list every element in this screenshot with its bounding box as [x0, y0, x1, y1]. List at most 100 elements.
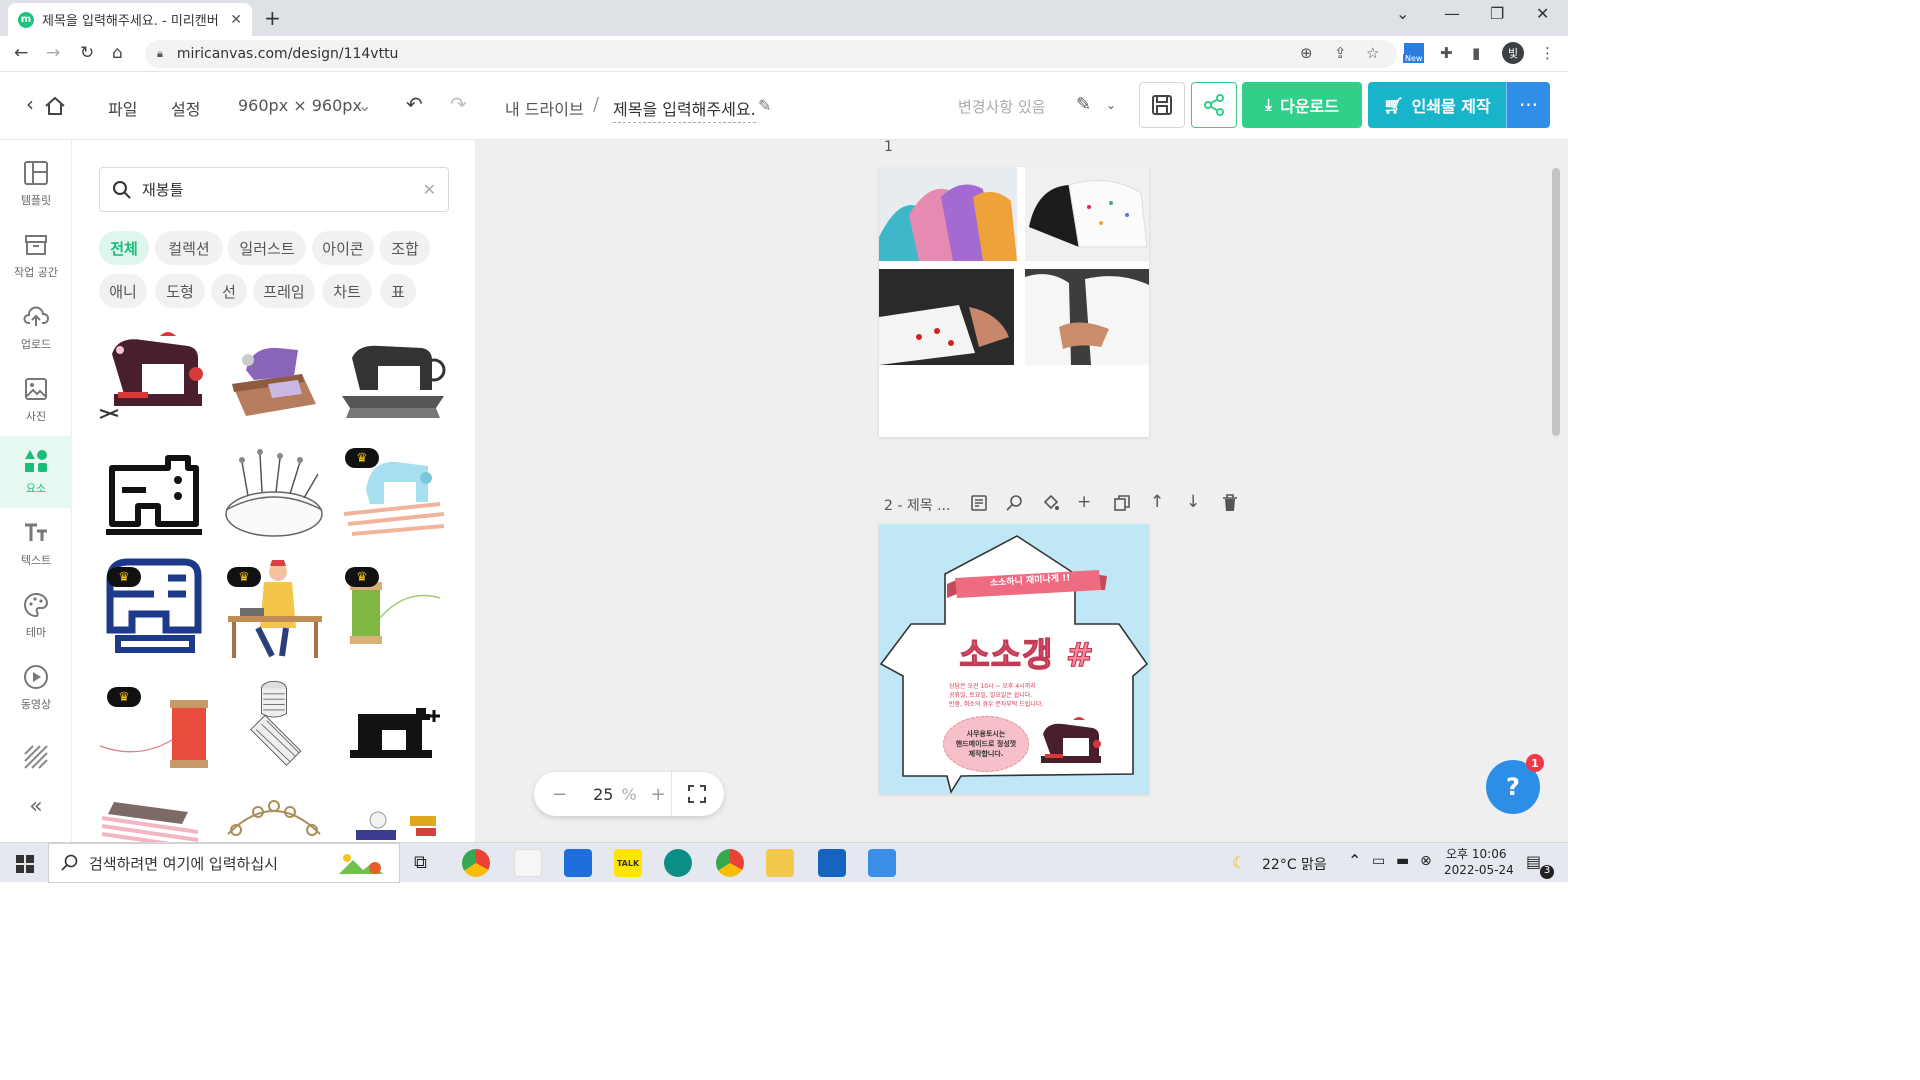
- chrome-active-taskbar-icon[interactable]: [716, 849, 744, 877]
- save-button[interactable]: [1139, 82, 1185, 128]
- poster-speech-bubble[interactable]: 사무용토시는 핸드메이드로 정성껏 제작합니다.: [943, 716, 1029, 772]
- page-2-title[interactable]: 2 - 제목 ...: [884, 495, 950, 515]
- page-magic-search-icon[interactable]: [1006, 494, 1024, 512]
- add-page-icon[interactable]: +: [1077, 492, 1091, 512]
- clock-date[interactable]: 2022-05-24: [1444, 863, 1514, 877]
- move-page-up-icon[interactable]: ↑: [1150, 492, 1164, 512]
- profile-avatar[interactable]: 빛: [1502, 42, 1524, 64]
- file-explorer-taskbar-icon[interactable]: [766, 849, 794, 877]
- microsoft-store-taskbar-icon[interactable]: [564, 849, 592, 877]
- extensions-icon[interactable]: ✚: [1440, 44, 1453, 62]
- zoom-icon[interactable]: ⊕: [1300, 44, 1313, 62]
- bookmark-star-icon[interactable]: ☆: [1366, 44, 1379, 62]
- sidebar-item-templates[interactable]: 템플릿: [0, 148, 72, 220]
- sewing-machine-silhouette-icon[interactable]: [336, 680, 448, 780]
- share-button[interactable]: [1191, 82, 1237, 128]
- fullscreen-icon[interactable]: [688, 785, 706, 803]
- breadcrumb-drive[interactable]: 내 드라이브: [505, 96, 584, 120]
- fabric-ruler-illustration[interactable]: [98, 794, 210, 842]
- move-page-down-icon[interactable]: ↓: [1186, 492, 1200, 512]
- pins-circle-illustration[interactable]: [218, 794, 330, 842]
- menu-settings[interactable]: 설정: [171, 96, 200, 120]
- sidebar-item-text[interactable]: 텍스트: [0, 508, 72, 580]
- page-2[interactable]: 소소하니 재미나게 !! 소소갱 # 상담은 오전 10시 ~ 오후 4시까지 …: [879, 524, 1149, 794]
- chevron-down-icon[interactable]: ⌄: [358, 96, 371, 115]
- filter-collection[interactable]: 컬렉션: [155, 231, 223, 265]
- filter-line[interactable]: 선: [211, 274, 247, 308]
- sidebar-item-photos[interactable]: 사진: [0, 364, 72, 436]
- chrome-taskbar-icon[interactable]: [462, 849, 490, 877]
- canvas-scrollbar[interactable]: [1552, 168, 1560, 436]
- help-chat-button[interactable]: ? 1: [1486, 754, 1544, 814]
- tab-close-icon[interactable]: ✕: [230, 12, 242, 28]
- filter-frame[interactable]: 프레임: [253, 274, 315, 308]
- element-search-input[interactable]: 재봉틀 ✕: [99, 167, 449, 212]
- page-note-icon[interactable]: [970, 494, 988, 512]
- zoom-out-icon[interactable]: −: [552, 784, 567, 805]
- page-background-fill-icon[interactable]: [1042, 494, 1060, 512]
- close-window-icon[interactable]: ✕: [1536, 4, 1549, 23]
- canvas-size-dropdown[interactable]: 960px × 960px: [238, 96, 362, 115]
- reload-icon[interactable]: ↻: [80, 43, 94, 63]
- zoom-in-icon[interactable]: +: [651, 784, 666, 805]
- new-tab-icon[interactable]: +: [264, 6, 281, 30]
- sewing-machine-engraving-illustration[interactable]: [336, 324, 448, 424]
- weather-text[interactable]: 22°C 맑음: [1262, 854, 1327, 874]
- page-1-photo-collage[interactable]: [879, 167, 1149, 437]
- download-button[interactable]: ⤓ 다운로드: [1242, 82, 1362, 128]
- sewing-machine-red-illustration[interactable]: [98, 324, 210, 424]
- sewing-machine-outline-icon[interactable]: [98, 444, 210, 544]
- clock-time[interactable]: 오후 10:06: [1446, 845, 1506, 862]
- sewing-supplies-illustration[interactable]: [336, 794, 448, 842]
- filter-chart[interactable]: 차트: [322, 274, 372, 308]
- back-icon[interactable]: ←: [14, 43, 28, 63]
- edit-title-pencil-icon[interactable]: ✎: [758, 96, 771, 115]
- redo-icon[interactable]: ↷: [450, 92, 467, 116]
- filter-all[interactable]: 전체: [99, 231, 149, 265]
- notes-app-taskbar-icon[interactable]: [818, 849, 846, 877]
- taskbar-search-input[interactable]: 검색하려면 여기에 입력하십시: [48, 843, 400, 883]
- battery-icon[interactable]: ▬: [1396, 853, 1409, 869]
- home-icon[interactable]: [44, 96, 66, 116]
- photos-taskbar-icon[interactable]: [868, 849, 896, 877]
- clear-search-icon[interactable]: ✕: [423, 180, 436, 199]
- new-extension-icon[interactable]: New: [1403, 42, 1427, 66]
- browser-tab[interactable]: m 제목을 입력해주세요. - 미리캔버 ✕: [8, 3, 252, 36]
- tray-chevron-up-icon[interactable]: ⌃: [1348, 851, 1361, 870]
- filter-table[interactable]: 표: [380, 274, 416, 308]
- sidebar-item-workspace[interactable]: 작업 공간: [0, 220, 72, 292]
- tab-search-chevron-icon[interactable]: ⌄: [1396, 4, 1409, 23]
- sidebar-item-elements[interactable]: 요소: [0, 436, 72, 508]
- edit-mode-pencil-icon[interactable]: ✎: [1076, 94, 1091, 115]
- sidebar-item-theme[interactable]: 테마: [0, 580, 72, 652]
- ime-icon[interactable]: ⊗: [1420, 853, 1432, 869]
- edit-mode-chevron-icon[interactable]: ⌄: [1106, 98, 1116, 112]
- delete-page-icon[interactable]: [1222, 494, 1238, 512]
- forward-icon[interactable]: →: [46, 43, 60, 63]
- itunes-taskbar-icon[interactable]: [514, 849, 542, 877]
- poster-info-text[interactable]: 상담은 오전 10시 ~ 오후 4시까지 공휴일, 토요일, 일요일은 쉽니다.…: [949, 682, 1099, 709]
- home-icon[interactable]: ⌂: [112, 43, 123, 63]
- undo-icon[interactable]: ↶: [406, 92, 423, 116]
- thread-spools-sketch-illustration[interactable]: [218, 676, 330, 776]
- minimize-icon[interactable]: —: [1444, 4, 1460, 23]
- filter-illustration[interactable]: 일러스트: [228, 231, 306, 265]
- filter-icon[interactable]: 아이콘: [312, 231, 374, 265]
- notification-center-icon[interactable]: ▤: [1526, 852, 1541, 871]
- kakaotalk-taskbar-icon[interactable]: TALK: [614, 849, 642, 877]
- filter-combination[interactable]: 조합: [380, 231, 430, 265]
- sidepanel-icon[interactable]: ▮: [1472, 44, 1480, 62]
- poster-title[interactable]: 소소갱 #: [947, 628, 1107, 676]
- menu-file[interactable]: 파일: [108, 96, 137, 120]
- restore-icon[interactable]: ❐: [1490, 4, 1504, 23]
- sidebar-item-upload[interactable]: 업로드: [0, 292, 72, 364]
- zoom-value[interactable]: 25: [593, 785, 613, 804]
- windows-start-icon[interactable]: [16, 855, 34, 873]
- doc-title-field[interactable]: 제목을 입력해주세요.: [613, 96, 756, 123]
- poster-sewing-machine-image[interactable]: [1035, 712, 1105, 768]
- collapse-panel-button[interactable]: «: [0, 776, 72, 836]
- edge-taskbar-icon[interactable]: [664, 849, 692, 877]
- sewing-machine-vintage-box-illustration[interactable]: [218, 324, 330, 424]
- pin-cushion-sketch-illustration[interactable]: [218, 444, 330, 544]
- share-icon[interactable]: ⇪: [1334, 44, 1347, 62]
